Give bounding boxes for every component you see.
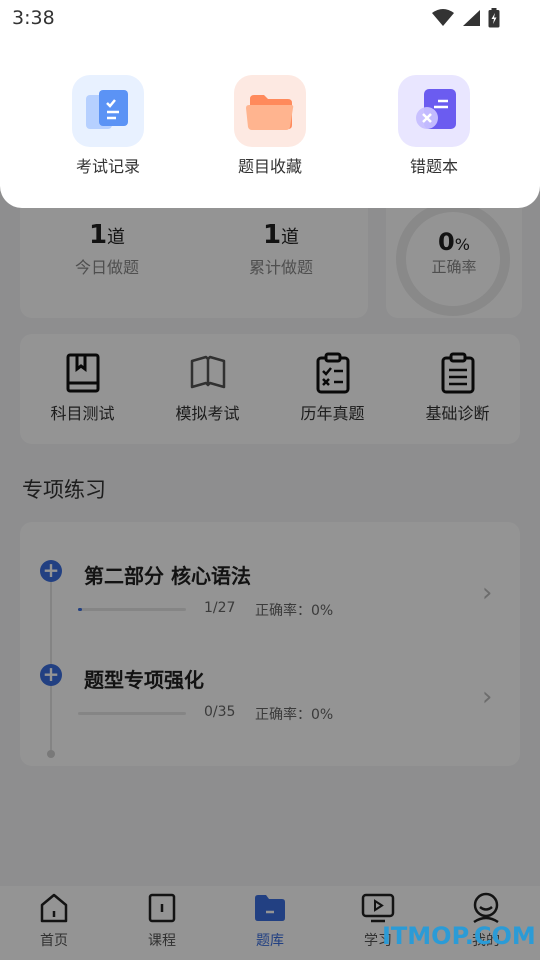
question-favorites-label: 题目收藏 — [237, 157, 302, 176]
wifi-icon — [431, 9, 454, 31]
status-bar: 3:38 — [0, 0, 540, 36]
exam-record-icon — [72, 75, 144, 147]
exam-record-button[interactable]: 考试记录 — [38, 75, 178, 177]
battery-icon — [488, 8, 500, 32]
wrong-book-label: 错题本 — [409, 157, 458, 176]
folder-icon — [234, 75, 306, 147]
status-time: 3:38 — [12, 7, 55, 29]
exam-record-label: 考试记录 — [75, 157, 140, 176]
wrong-book-icon — [398, 75, 470, 147]
watermark: ITMOP.COM — [382, 922, 536, 950]
signal-icon — [461, 9, 481, 31]
quick-actions-sheet: 3:38 考试记录 题目收藏 错题本 — [0, 0, 540, 208]
status-icons — [430, 8, 500, 32]
question-favorites-button[interactable]: 题目收藏 — [200, 75, 340, 177]
wrong-book-button[interactable]: 错题本 — [364, 75, 504, 177]
